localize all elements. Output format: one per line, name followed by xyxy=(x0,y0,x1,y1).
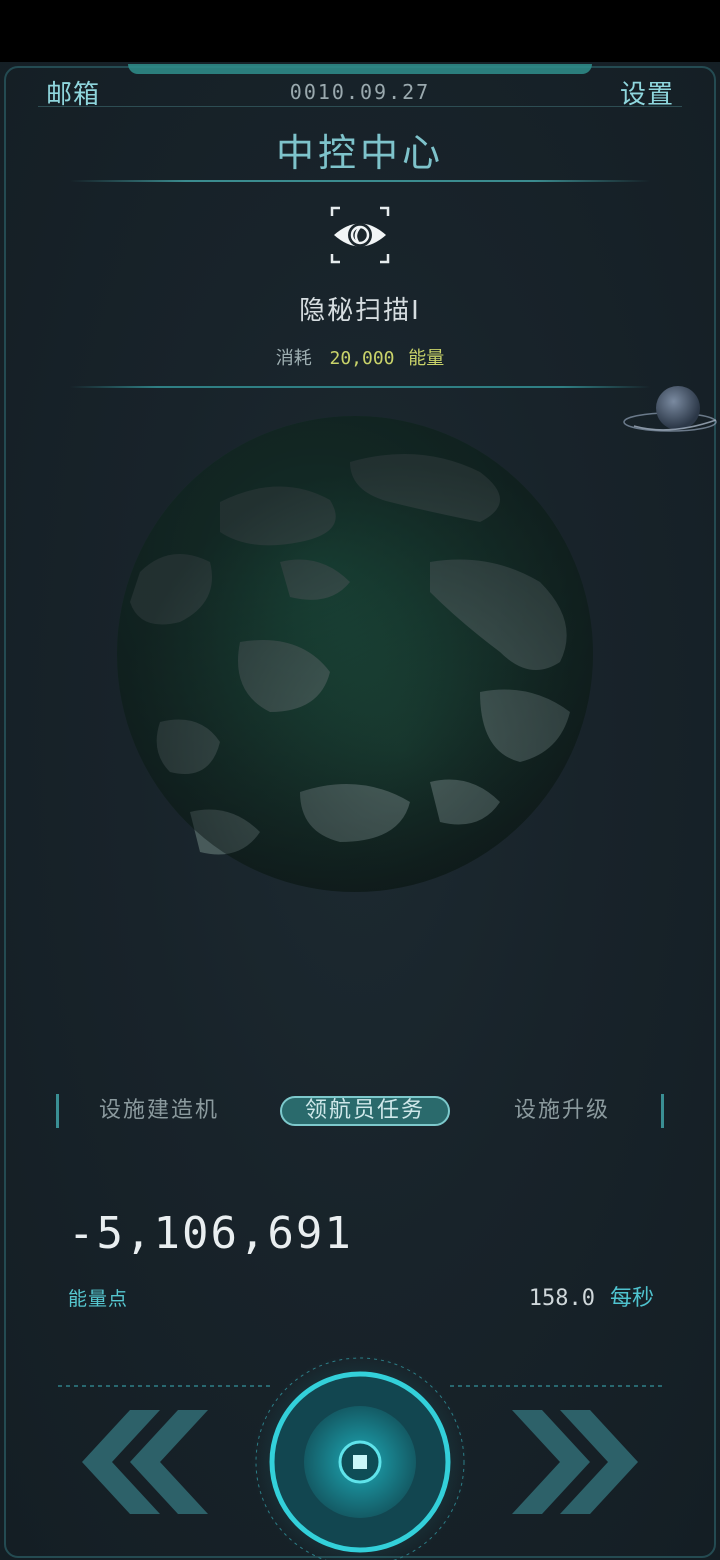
cost-value: 20,000 xyxy=(329,348,395,369)
tab-bar-edge-left xyxy=(56,1094,59,1128)
core-button-icon[interactable] xyxy=(250,1352,470,1560)
status-bar xyxy=(0,0,720,62)
title-divider xyxy=(70,180,650,182)
cost-label: 消耗 xyxy=(275,348,312,369)
scan-name: 隐秘扫描I xyxy=(299,296,421,326)
page-title: 中控中心 xyxy=(275,131,444,175)
small-planet-icon[interactable] xyxy=(620,384,720,444)
game-screen: 邮箱 0010.09.27 设置 中控中心 隐秘扫描I 消耗 20,000 能量 xyxy=(0,0,720,1560)
energy-rate: 158.0 每秒 xyxy=(529,1280,654,1312)
tab-navigator-missions[interactable]: 领航员任务 xyxy=(280,1096,450,1126)
scan-divider xyxy=(70,386,650,388)
tab-facility-upgrade[interactable]: 设施升级 xyxy=(492,1096,632,1126)
control-bar xyxy=(0,1320,720,1560)
dashed-line-left xyxy=(58,1385,270,1387)
tab-bar: 设施建造机 领航员任务 设施升级 xyxy=(56,1094,664,1128)
tab-bar-edge-right xyxy=(661,1094,664,1128)
scan-cost: 消耗 20,000 能量 xyxy=(0,344,720,370)
dashed-line-right xyxy=(450,1385,662,1387)
rate-value: 158.0 xyxy=(528,1286,595,1311)
double-chevron-left-icon[interactable] xyxy=(68,1410,212,1514)
cost-unit: 能量 xyxy=(408,348,445,369)
eye-scan-icon[interactable] xyxy=(328,204,392,266)
rate-unit: 每秒 xyxy=(609,1286,654,1311)
planet-image[interactable] xyxy=(100,392,610,912)
double-chevron-right-icon[interactable] xyxy=(508,1410,652,1514)
tab-facility-builder[interactable]: 设施建造机 xyxy=(84,1096,234,1126)
energy-value: -5,106,691 xyxy=(68,1208,353,1259)
energy-label: 能量点 xyxy=(68,1288,129,1310)
frame-accent xyxy=(128,64,592,74)
game-date: 0010.09.27 xyxy=(289,80,431,104)
header-divider xyxy=(38,106,682,107)
